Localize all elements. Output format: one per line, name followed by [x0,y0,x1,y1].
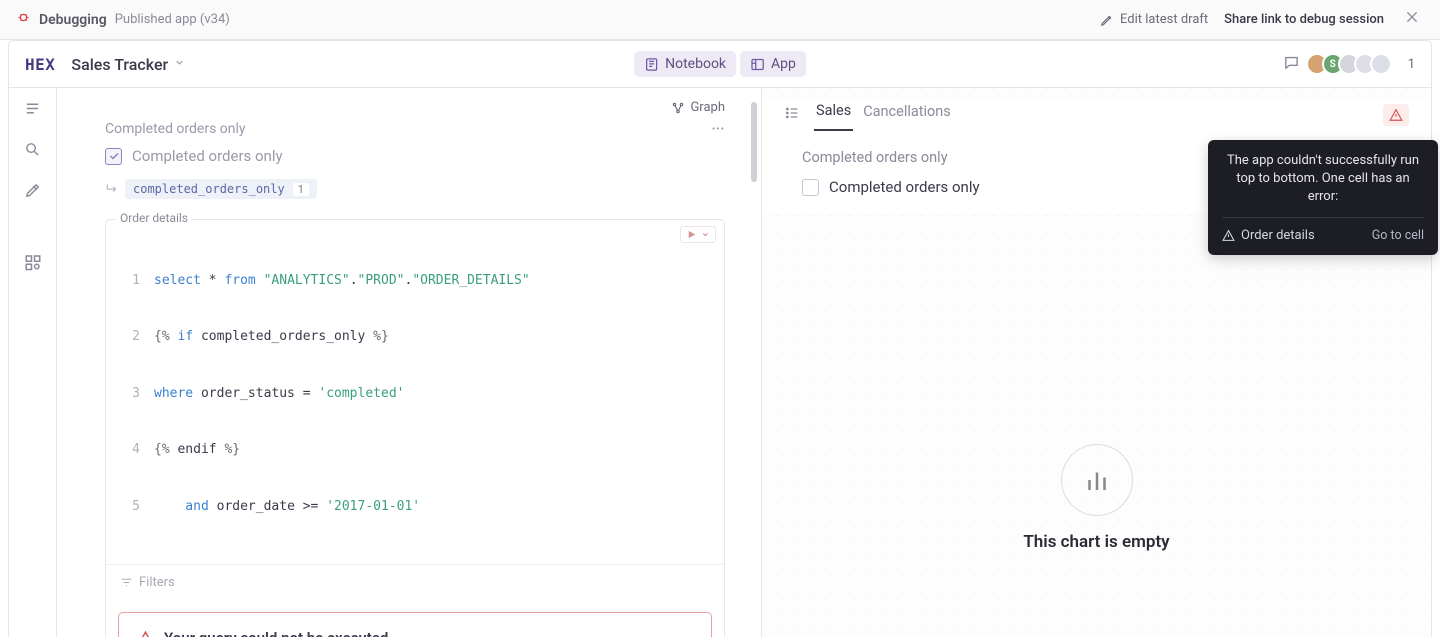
error-badge[interactable] [1383,104,1409,126]
more-icon[interactable]: ••• [712,124,725,135]
notebook-mode-label: Notebook [665,56,726,72]
completed-orders-checkbox[interactable] [105,148,122,165]
data-icon[interactable] [24,253,42,275]
edit-icon[interactable] [24,182,41,203]
chevron-down-icon [701,230,710,239]
project-title[interactable]: Sales Tracker [71,55,185,74]
empty-chart-text: This chart is empty [1023,532,1169,552]
code-editor[interactable]: 1select * from "ANALYTICS"."PROD"."ORDER… [106,220,724,564]
run-cell-button[interactable] [680,226,716,243]
variable-name: completed_orders_only [133,182,285,196]
error-box: Your query could not be executed We rece… [118,612,712,637]
edit-draft-label: Edit latest draft [1120,12,1208,27]
debug-title: Debugging [39,12,107,28]
app-completed-orders-checkbox[interactable] [802,179,819,196]
hex-logo[interactable]: HEX [25,55,55,74]
edit-draft-link[interactable]: Edit latest draft [1100,12,1208,27]
layout-icon [750,57,765,72]
close-icon[interactable] [1400,5,1424,34]
search-icon[interactable] [24,141,41,162]
tab-sales[interactable]: Sales [814,98,853,131]
warning-icon [137,630,154,637]
error-tooltip: The app couldn't successfully run top to… [1208,140,1438,255]
filters-button[interactable]: Filters [106,564,724,600]
app-completed-orders-label: Completed orders only [829,178,980,196]
avatar-stack[interactable]: S [1312,53,1392,75]
graph-view-link[interactable]: Graph [671,100,725,115]
sql-cell: Order details 1select * from "ANALYTICS"… [105,219,725,637]
app-mode-label: App [771,56,796,72]
bug-icon [16,10,31,29]
app-bar: HEX Sales Tracker Notebook App S 1 [8,40,1432,88]
empty-chart-placeholder: This chart is empty [762,444,1431,552]
tooltip-message: The app couldn't successfully run top to… [1222,152,1424,207]
comment-icon[interactable] [1283,54,1300,75]
pencil-icon [1100,13,1114,27]
graph-view-label: Graph [690,100,725,115]
bar-chart-icon [1082,465,1112,495]
output-variable-chip[interactable]: completed_orders_only 1 [125,179,317,199]
warning-icon [1222,229,1235,242]
check-icon [108,150,120,162]
filter-icon [120,576,133,589]
variable-badge: 1 [293,183,309,196]
completed-orders-label: Completed orders only [132,147,283,165]
avatar [1370,53,1392,75]
scrollbar-thumb[interactable] [751,102,757,182]
notebook-mode-button[interactable]: Notebook [634,51,736,77]
cell-title: Completed orders only [105,121,246,137]
play-icon [686,229,697,240]
extra-user-count: 1 [1408,57,1415,72]
go-to-cell-link[interactable]: Go to cell [1372,228,1424,243]
app-mode-button[interactable]: App [740,51,806,77]
error-title: Your query could not be executed [164,629,388,637]
warning-icon [1389,108,1403,122]
share-link-button[interactable]: Share link to debug session [1224,12,1384,27]
chevron-down-icon [174,57,185,71]
debug-subtitle: Published app (v34) [115,12,230,27]
outline-icon[interactable] [24,100,41,121]
graph-icon [671,101,685,115]
tooltip-cell-name: Order details [1241,228,1315,243]
cell-title: Order details [116,211,192,225]
left-rail [9,88,57,637]
list-icon[interactable] [784,105,800,125]
debug-bar: Debugging Published app (v34) Edit lates… [0,0,1440,40]
notebook-icon [644,57,659,72]
project-title-text: Sales Tracker [71,55,168,74]
notebook-panel: Graph Completed orders only ••• Complete… [57,88,761,637]
output-arrow-icon [105,182,119,197]
filters-label: Filters [139,575,175,590]
tab-cancellations[interactable]: Cancellations [861,99,953,130]
